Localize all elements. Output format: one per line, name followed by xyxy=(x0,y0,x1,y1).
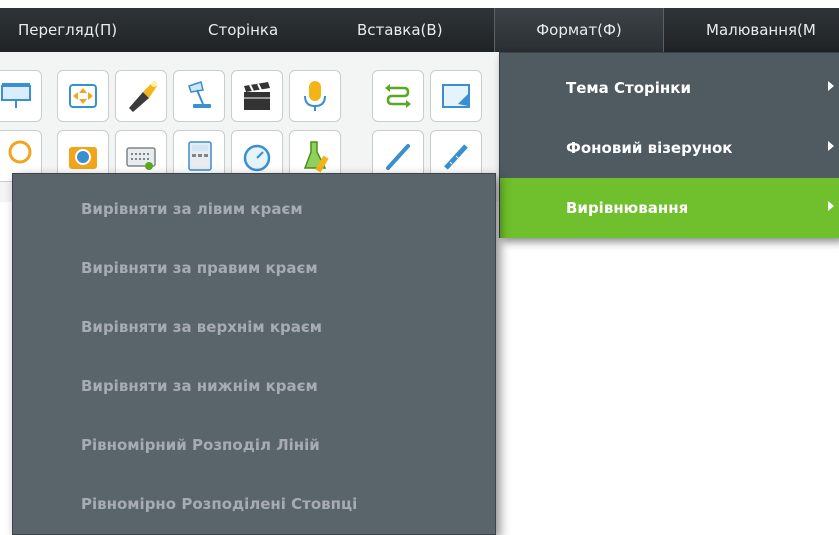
menu-item-label: Фоновий візерунок xyxy=(566,139,733,157)
flashlight-icon xyxy=(123,78,159,114)
projector-screen-button[interactable] xyxy=(0,70,42,122)
submenu-item-align-left[interactable]: Вирівняти за лівим краєм xyxy=(13,180,495,239)
submenu-item-align-top[interactable]: Вирівняти за верхнім краєм xyxy=(13,298,495,357)
flask-ruler-icon xyxy=(297,138,333,174)
submenu-item-label: Вирівняти за верхнім краєм xyxy=(81,318,323,336)
desk-lamp-icon xyxy=(181,78,217,114)
stopwatch-icon xyxy=(239,138,275,174)
clapperboard-icon xyxy=(239,78,275,114)
submenu-item-label: Вирівняти за нижнім краєм xyxy=(81,377,318,395)
format-menu: Тема Сторінки Фоновий візерунок Вирівнюв… xyxy=(499,52,839,238)
swap-arrows-icon xyxy=(380,78,416,114)
clapperboard-button[interactable] xyxy=(231,70,283,122)
menu-bar: Перегляд(П) Сторінка Вставка(В) Формат(Ф… xyxy=(0,0,839,52)
camera-icon xyxy=(65,138,101,174)
alignment-submenu: Вирівняти за лівим краєм Вирівняти за пр… xyxy=(12,173,496,535)
ruler-icon xyxy=(438,138,474,174)
projector-screen-icon xyxy=(0,78,34,114)
keyboard-icon xyxy=(123,138,159,174)
submenu-item-distribute-columns[interactable]: Рівномірно Розподілені Стовпці xyxy=(13,475,495,534)
submenu-item-label: Рівномірний Розподіл Ліній xyxy=(81,436,320,454)
swap-arrows-button[interactable] xyxy=(372,70,424,122)
menu-item-label: Тема Сторінки xyxy=(566,79,691,97)
magnifier-icon xyxy=(0,138,34,174)
fit-screen-icon xyxy=(65,78,101,114)
desk-lamp-button[interactable] xyxy=(173,70,225,122)
menu-item-alignment[interactable]: Вирівнювання xyxy=(500,178,839,238)
fit-screen-button[interactable] xyxy=(57,70,109,122)
submenu-arrow-icon xyxy=(828,81,834,91)
submenu-item-label: Вирівняти за правим краєм xyxy=(81,259,318,277)
submenu-item-label: Вирівняти за лівим краєм xyxy=(81,200,303,218)
menu-format[interactable]: Формат(Ф) xyxy=(494,8,664,52)
screen-shape-icon xyxy=(438,78,474,114)
menu-item-page-theme[interactable]: Тема Сторінки xyxy=(500,58,839,118)
submenu-item-align-right[interactable]: Вирівняти за правим краєм xyxy=(13,239,495,298)
submenu-item-label: Рівномірно Розподілені Стовпці xyxy=(81,495,358,513)
menu-insert[interactable]: Вставка(В) xyxy=(357,8,443,52)
submenu-item-align-bottom[interactable]: Вирівняти за нижнім краєм xyxy=(13,357,495,416)
screen-shape-button[interactable] xyxy=(430,70,482,122)
microphone-button[interactable] xyxy=(289,70,341,122)
pen-icon xyxy=(380,138,416,174)
menu-draw[interactable]: Малювання(М xyxy=(706,8,816,52)
menu-item-label: Вирівнювання xyxy=(566,199,689,217)
flashlight-button[interactable] xyxy=(115,70,167,122)
submenu-item-distribute-rows[interactable]: Рівномірний Розподіл Ліній xyxy=(13,416,495,475)
menu-item-background-pattern[interactable]: Фоновий візерунок xyxy=(500,118,839,178)
menu-view[interactable]: Перегляд(П) xyxy=(18,8,117,52)
submenu-arrow-icon xyxy=(828,141,834,151)
microphone-icon xyxy=(297,78,333,114)
submenu-arrow-icon xyxy=(828,201,834,211)
menu-page[interactable]: Сторінка xyxy=(208,8,278,52)
calculator-icon xyxy=(181,138,217,174)
